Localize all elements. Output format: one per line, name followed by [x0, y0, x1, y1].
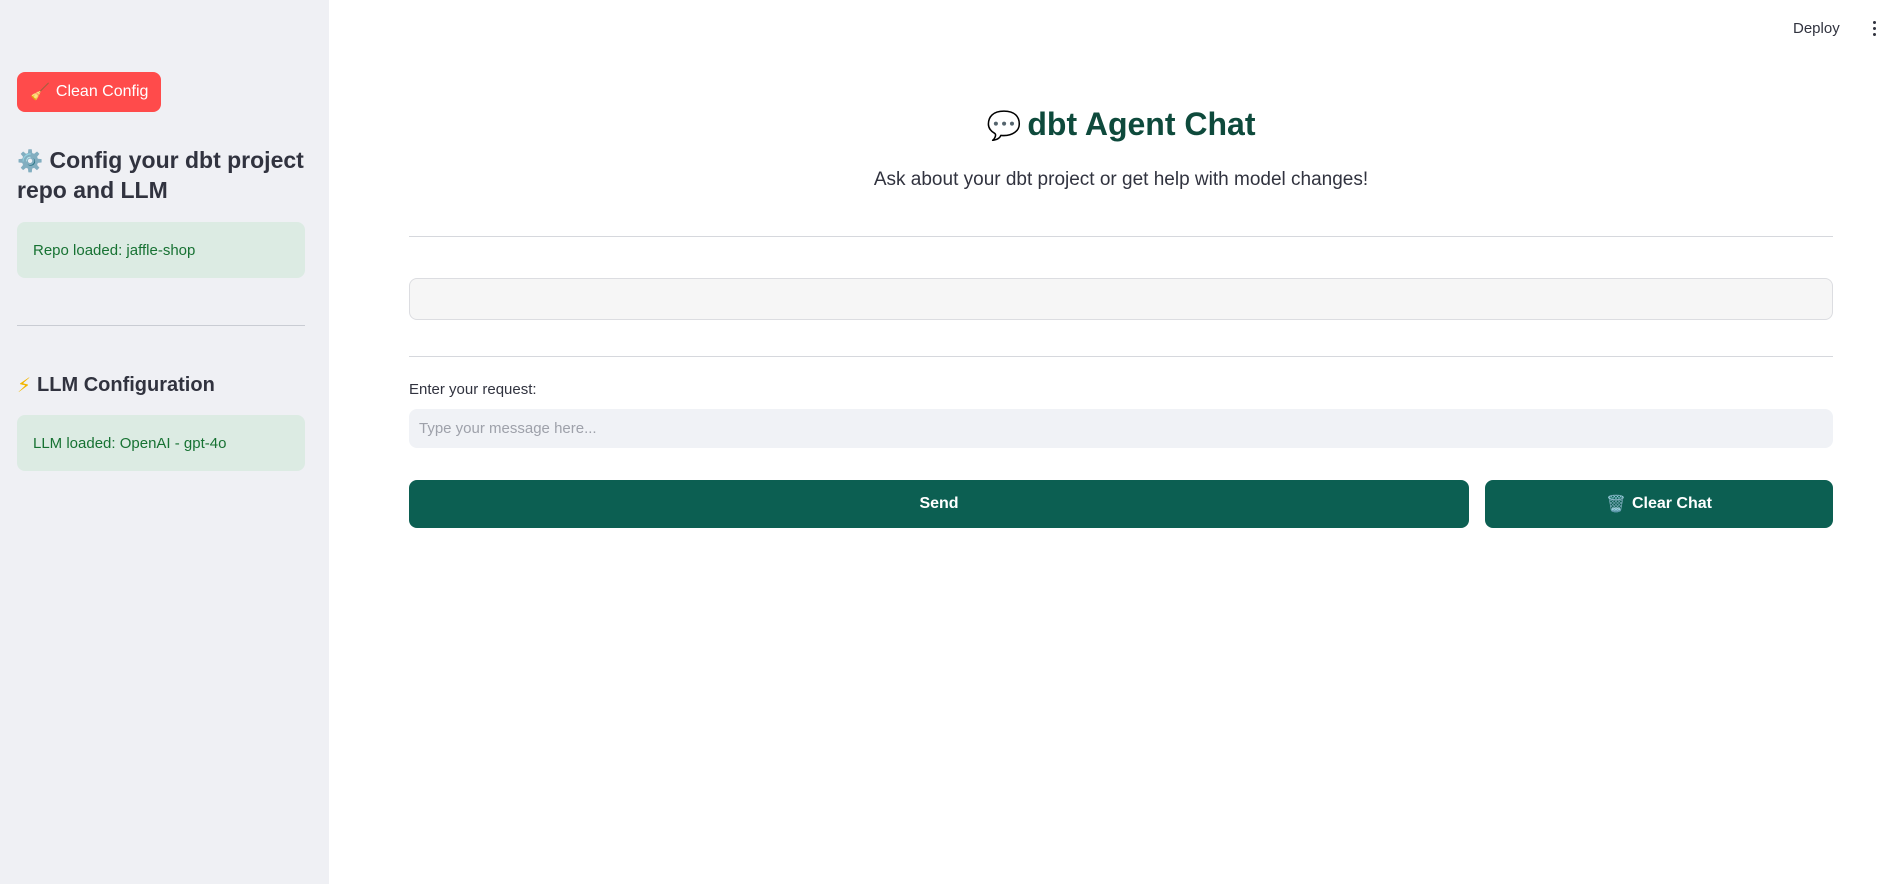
- clear-chat-label: Clear Chat: [1631, 495, 1712, 512]
- repo-status-text: Repo loaded: jaffle-shop: [33, 241, 196, 259]
- request-input-label: Enter your request:: [409, 381, 537, 398]
- menu-dot: [1872, 20, 1876, 24]
- lightning-icon: ⚡: [17, 375, 32, 397]
- page-title-text: dbt Agent Chat: [1027, 106, 1256, 142]
- llm-status-alert: LLM loaded: OpenAI - gpt-4o: [17, 415, 305, 471]
- gear-icon: ⚙️: [17, 150, 44, 173]
- deploy-button[interactable]: Deploy: [1793, 16, 1840, 40]
- app-root: 🧹 Clean Config ⚙️ Config your dbt projec…: [0, 0, 1893, 884]
- divider-bottom: [409, 356, 1833, 357]
- llm-config-heading-text: LLM Configuration: [37, 374, 215, 396]
- page-title: 💬 dbt Agent Chat: [409, 106, 1833, 143]
- clear-chat-button[interactable]: 🗑️ Clear Chat: [1485, 480, 1833, 528]
- sidebar-divider: [17, 325, 305, 326]
- chat-history-box[interactable]: [409, 278, 1833, 320]
- send-button-label: Send: [919, 495, 959, 512]
- page-subtitle: Ask about your dbt project or get help w…: [873, 169, 1369, 190]
- llm-status-text: LLM loaded: OpenAI - gpt-4o: [33, 434, 227, 452]
- menu-dot: [1872, 26, 1876, 30]
- trash-icon: 🗑️: [1606, 496, 1626, 513]
- sidebar-title-text: Config your dbt project repo and LLM: [17, 147, 304, 203]
- speech-bubble-icon: 💬: [986, 110, 1022, 141]
- message-input[interactable]: [409, 409, 1833, 448]
- vertical-ellipsis-icon[interactable]: [1867, 16, 1881, 40]
- llm-config-heading: ⚡ LLM Configuration: [17, 373, 215, 398]
- send-button[interactable]: Send: [409, 480, 1469, 528]
- clean-config-label: Clean Config: [55, 83, 149, 100]
- sidebar: 🧹 Clean Config ⚙️ Config your dbt projec…: [0, 0, 329, 884]
- repo-status-alert: Repo loaded: jaffle-shop: [17, 222, 305, 278]
- clean-config-button[interactable]: 🧹 Clean Config: [17, 72, 162, 112]
- divider-top: [409, 236, 1833, 237]
- sidebar-title: ⚙️ Config your dbt project repo and LLM: [17, 146, 317, 205]
- menu-dot: [1872, 32, 1876, 36]
- broom-icon: 🧹: [30, 84, 50, 101]
